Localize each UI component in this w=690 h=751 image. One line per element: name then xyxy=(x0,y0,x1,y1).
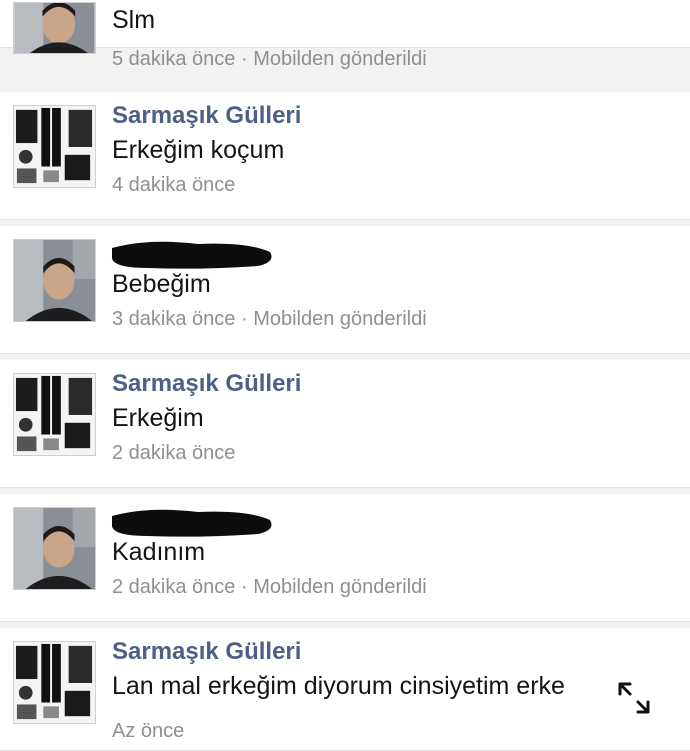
message-item: Sarmaşık Gülleri Erkeğim koçum 4 dakika … xyxy=(0,92,690,220)
clothing-collage-icon xyxy=(14,374,95,455)
message-time: 2 dakika önce xyxy=(112,576,236,598)
clothing-collage-icon xyxy=(14,642,95,723)
message-time: 3 dakika önce xyxy=(112,308,236,330)
message-item: Slm 5 dakika önce · Mobilden gönderildi xyxy=(0,0,690,70)
message-time: Az önce xyxy=(112,720,185,742)
sender-name[interactable]: Sarmaşık Gülleri xyxy=(112,102,301,130)
person-photo-icon xyxy=(14,508,95,589)
sender-name[interactable]: Sarmaşık Gülleri xyxy=(112,638,301,666)
clothing-collage-icon xyxy=(14,106,95,187)
message-feed: Slm 5 dakika önce · Mobilden gönderildi … xyxy=(0,0,690,751)
sender-avatar[interactable] xyxy=(13,105,96,188)
meta-separator: · xyxy=(235,576,254,598)
message-text: Bebeğim xyxy=(112,270,211,298)
message-source: Mobilden gönderildi xyxy=(253,48,427,70)
message-meta: 3 dakika önce · Mobilden gönderildi xyxy=(112,308,427,331)
message-item: Sarmaşık Gülleri Lan mal erkeğim diyorum… xyxy=(0,628,690,751)
person-photo-icon xyxy=(14,3,95,53)
sender-avatar[interactable] xyxy=(13,2,96,54)
message-time: 2 dakika önce xyxy=(112,442,236,464)
message-text: Kadınım xyxy=(112,538,206,566)
message-item: Kadınım 2 dakika önce · Mobilden gönderi… xyxy=(0,494,690,622)
message-source: Mobilden gönderildi xyxy=(253,576,427,598)
sender-avatar[interactable] xyxy=(13,507,96,590)
message-text: Erkeğim xyxy=(112,404,204,432)
message-item: Bebeğim 3 dakika önce · Mobilden gönderi… xyxy=(0,226,690,354)
message-meta: 5 dakika önce · Mobilden gönderildi xyxy=(112,48,427,71)
meta-separator: · xyxy=(235,48,254,70)
message-text: Slm xyxy=(112,6,156,34)
message-text: Lan mal erkeğim diyorum cinsiyetim erke xyxy=(112,672,565,700)
message-meta: 2 dakika önce · Mobilden gönderildi xyxy=(112,576,427,599)
message-time: 5 dakika önce xyxy=(112,48,236,70)
message-item: Sarmaşık Gülleri Erkeğim 2 dakika önce xyxy=(0,360,690,488)
message-text: Erkeğim koçum xyxy=(112,136,285,164)
redaction-mark xyxy=(111,509,272,537)
expand-arrows-icon[interactable] xyxy=(616,680,652,716)
sender-avatar[interactable] xyxy=(13,641,96,724)
person-photo-icon xyxy=(14,240,95,321)
sender-name[interactable]: Sarmaşık Gülleri xyxy=(112,370,301,398)
message-source: Mobilden gönderildi xyxy=(253,308,427,330)
redaction-mark xyxy=(111,241,272,269)
sender-avatar[interactable] xyxy=(13,373,96,456)
message-time: 4 dakika önce xyxy=(112,174,236,196)
sender-avatar[interactable] xyxy=(13,239,96,322)
meta-separator: · xyxy=(235,308,254,330)
